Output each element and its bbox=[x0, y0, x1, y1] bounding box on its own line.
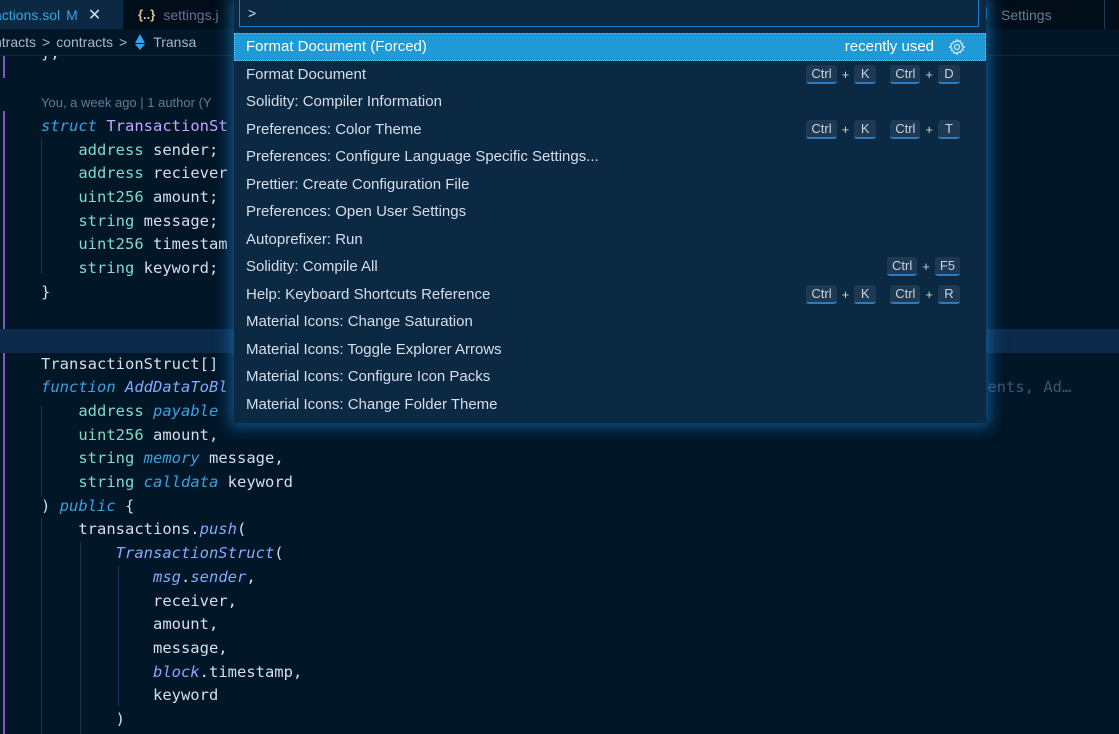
command-meta: recently used bbox=[845, 33, 966, 61]
keybinding: Ctrl + K Ctrl + D bbox=[806, 64, 960, 84]
command-label: Preferences: Color Theme bbox=[246, 120, 422, 138]
breadcrumb-item[interactable]: ntracts bbox=[0, 34, 36, 50]
code-line: block.timestamp, bbox=[152, 663, 303, 681]
tab-label: settings.j bbox=[163, 6, 219, 23]
key-plus: + bbox=[841, 66, 850, 82]
command-palette: Format Document (Forced)recently usedFor… bbox=[234, 0, 986, 423]
keycap: K bbox=[854, 64, 877, 84]
command-meta: Ctrl + F5 bbox=[887, 253, 960, 281]
command-item[interactable]: Material Icons: Change Saturation bbox=[234, 308, 986, 336]
key-plus: + bbox=[841, 286, 850, 302]
keycap: Ctrl bbox=[806, 119, 837, 139]
code-line: message, bbox=[41, 639, 228, 657]
keybinding: Ctrl + K Ctrl + R bbox=[806, 284, 960, 304]
keycap: Ctrl bbox=[806, 284, 837, 304]
key-plus: + bbox=[925, 286, 933, 302]
command-input-box[interactable] bbox=[239, 0, 979, 27]
tab-settings-json[interactable]: {..} settings.j bbox=[126, 0, 236, 29]
keycap: K bbox=[854, 119, 877, 139]
keycap: Ctrl bbox=[890, 119, 921, 139]
command-item[interactable]: Format Document (Forced) recently used bbox=[234, 33, 986, 61]
tab-settings[interactable]: Settings bbox=[975, 0, 1105, 29]
modified-badge: M bbox=[66, 6, 78, 23]
command-meta: Ctrl + K Ctrl + T bbox=[806, 116, 960, 144]
key-plus: + bbox=[925, 121, 933, 137]
keybinding: Ctrl + F5 bbox=[887, 257, 960, 277]
command-input[interactable] bbox=[248, 5, 970, 21]
keycap: Ctrl bbox=[890, 64, 921, 84]
command-item[interactable]: Prettier: Create Configuration File bbox=[234, 171, 986, 199]
command-item[interactable]: Material Icons: Toggle Explorer Arrows bbox=[234, 336, 986, 364]
command-label: Solidity: Compile All bbox=[246, 258, 378, 276]
json-file-icon: {..} bbox=[138, 7, 156, 22]
command-label: Material Icons: Configure Icon Packs bbox=[246, 368, 491, 386]
code-line: keyword bbox=[41, 686, 219, 704]
keycap: K bbox=[854, 284, 877, 304]
code-line: msg.sender, bbox=[152, 568, 256, 586]
command-label: Preferences: Configure Language Specific… bbox=[246, 148, 599, 166]
git-blame-annotation: You, a week ago | 1 author (Y bbox=[41, 95, 212, 110]
gear-icon[interactable] bbox=[948, 38, 966, 56]
keycap: T bbox=[938, 119, 960, 139]
chevron-right-icon: > bbox=[119, 34, 128, 50]
command-item[interactable]: Solidity: Compiler Information bbox=[234, 88, 986, 116]
command-label: Autoprefixer: Run bbox=[246, 230, 363, 248]
keycap: Ctrl bbox=[890, 284, 921, 304]
command-item[interactable]: Format Document Ctrl + K Ctrl + D bbox=[234, 61, 986, 89]
tab-transactions-sol[interactable]: actions.sol M ✕ bbox=[0, 0, 124, 29]
command-item[interactable]: Preferences: Color Theme Ctrl + K Ctrl + T bbox=[234, 116, 986, 144]
command-label: Material Icons: Toggle Explorer Arrows bbox=[246, 340, 502, 358]
command-label: Preferences: Open User Settings bbox=[246, 203, 467, 221]
command-label: Format Document bbox=[246, 65, 367, 83]
tab-label: actions.sol bbox=[0, 6, 61, 23]
command-label: Format Document (Forced) bbox=[246, 38, 427, 56]
tab-label: Settings bbox=[1001, 6, 1052, 23]
command-item[interactable]: Preferences: Configure Language Specific… bbox=[234, 143, 986, 171]
command-item[interactable]: Material Icons: Change Folder Theme bbox=[234, 391, 986, 419]
command-item[interactable]: Material Icons: Configure Icon Packs bbox=[234, 363, 986, 391]
code-line: ) bbox=[41, 710, 125, 728]
command-meta: Ctrl + K Ctrl + D bbox=[806, 61, 960, 89]
command-meta: Ctrl + K Ctrl + R bbox=[806, 281, 960, 309]
code-line: amount, bbox=[41, 615, 219, 633]
command-list: Format Document (Forced) recently used For… bbox=[234, 33, 986, 418]
code-line: string memory message, bbox=[78, 449, 284, 467]
keycap: F5 bbox=[934, 257, 960, 277]
key-plus: + bbox=[841, 121, 850, 137]
command-item[interactable]: Help: Keyboard Shortcuts Reference Ctrl + K… bbox=[234, 281, 986, 309]
code-line: ) public { bbox=[41, 497, 135, 515]
close-icon[interactable]: ✕ bbox=[88, 5, 101, 25]
keycap: Ctrl bbox=[806, 64, 837, 84]
recently-used-label: recently used bbox=[844, 38, 934, 56]
command-label: Solidity: Compiler Information bbox=[246, 93, 442, 111]
breadcrumb-item[interactable]: Transa bbox=[153, 34, 196, 50]
command-label: Help: Keyboard Shortcuts Reference bbox=[246, 285, 491, 303]
command-item[interactable]: Solidity: Compile All Ctrl + F5 bbox=[234, 253, 986, 281]
command-label: Prettier: Create Configuration File bbox=[246, 175, 470, 193]
breadcrumb-item[interactable]: contracts bbox=[56, 34, 113, 50]
keycap: D bbox=[938, 64, 960, 84]
key-plus: + bbox=[925, 66, 933, 82]
command-label: Material Icons: Change Saturation bbox=[246, 313, 473, 331]
code-line: transactions.push( bbox=[41, 520, 247, 538]
command-label: Material Icons: Change Folder Theme bbox=[246, 395, 498, 413]
solidity-file-icon bbox=[135, 34, 146, 50]
keybinding: Ctrl + K Ctrl + T bbox=[806, 119, 960, 139]
code-line: TransactionStruct( bbox=[115, 544, 284, 562]
command-item[interactable]: Preferences: Open User Settings bbox=[234, 198, 986, 226]
keycap: Ctrl bbox=[887, 257, 918, 277]
command-item[interactable]: Autoprefixer: Run bbox=[234, 226, 986, 254]
code-line: receiver, bbox=[41, 592, 237, 610]
keycap: R bbox=[938, 284, 960, 304]
chevron-right-icon: > bbox=[42, 34, 51, 50]
key-plus: + bbox=[922, 259, 930, 275]
code-line: string calldata keyword bbox=[78, 473, 293, 491]
code-line: uint256 amount, bbox=[78, 426, 219, 444]
